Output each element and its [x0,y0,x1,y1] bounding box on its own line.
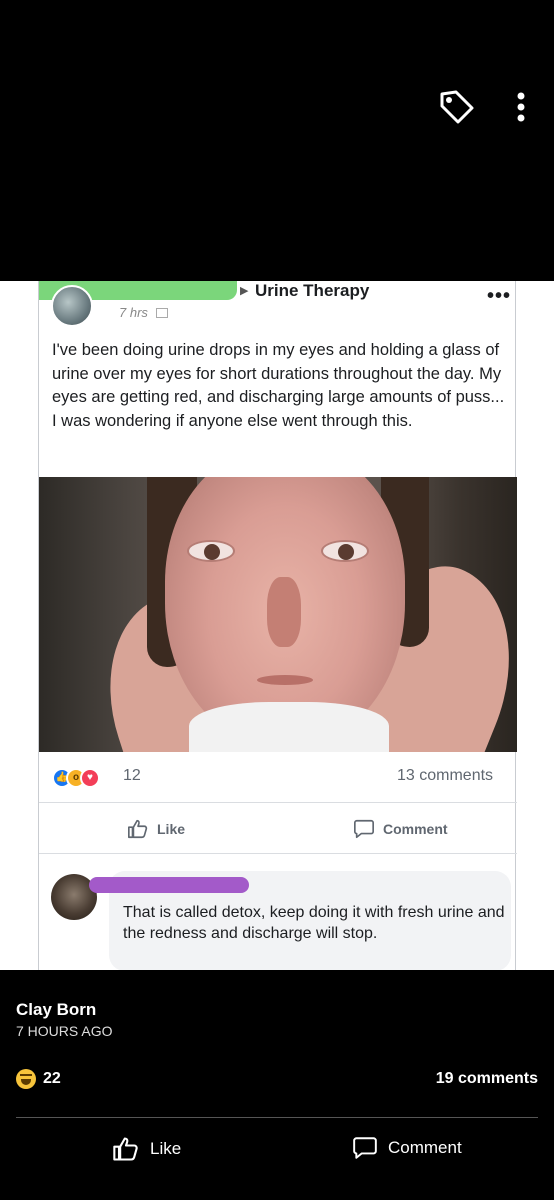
screenshot-card: ▶ Urine Therapy 7 hrs ••• I've been doin… [38,281,517,970]
comment-total[interactable]: 19 comments [436,1070,538,1088]
reaction-total[interactable]: 22 [43,1070,61,1088]
comments-count: 13 comments [397,767,494,784]
post-author[interactable]: Clay Born [16,1000,96,1020]
group-name: Urine Therapy [255,281,370,300]
comment-text: That is called detox, keep doing it with… [123,904,505,942]
redacted-commenter-name [89,877,249,893]
comment-label: Comment [388,1138,462,1157]
post-timestamp: 7 hrs [119,305,168,320]
thumbs-up-icon [128,819,148,839]
divider [16,1117,538,1118]
post-photo [39,477,517,752]
arrow-right-icon: ▶ [240,285,249,297]
comment-icon [353,1137,377,1159]
love-icon: ♥ [80,768,100,788]
more-vertical-icon [517,92,525,122]
like-label: Like [150,1139,182,1158]
like-action: Like [127,818,185,840]
divider [39,853,517,854]
privacy-icon [155,308,168,318]
post-image[interactable]: ▶ Urine Therapy 7 hrs ••• I've been doin… [0,281,554,970]
comment-icon [354,819,374,839]
avatar [51,285,93,327]
like-label: Like [157,821,186,837]
comment-button[interactable]: Comment [352,1135,462,1161]
thumbs-up-icon [113,1137,138,1161]
tag-icon [440,90,474,124]
divider [39,802,517,803]
tag-button[interactable] [436,86,476,126]
more-horizontal-icon: ••• [487,285,512,307]
comment-action: Comment [353,818,448,840]
like-button[interactable]: Like [112,1135,181,1163]
comment-label: Comment [383,821,448,837]
post-text: I've been doing urine drops in my eyes a… [52,341,505,430]
timestamp-text: 7 hrs [119,305,148,320]
haha-icon[interactable] [16,1069,36,1089]
reaction-count: 12 [123,767,141,784]
post-time: 7 HOURS AGO [16,1023,113,1039]
more-options-button[interactable] [508,88,534,128]
